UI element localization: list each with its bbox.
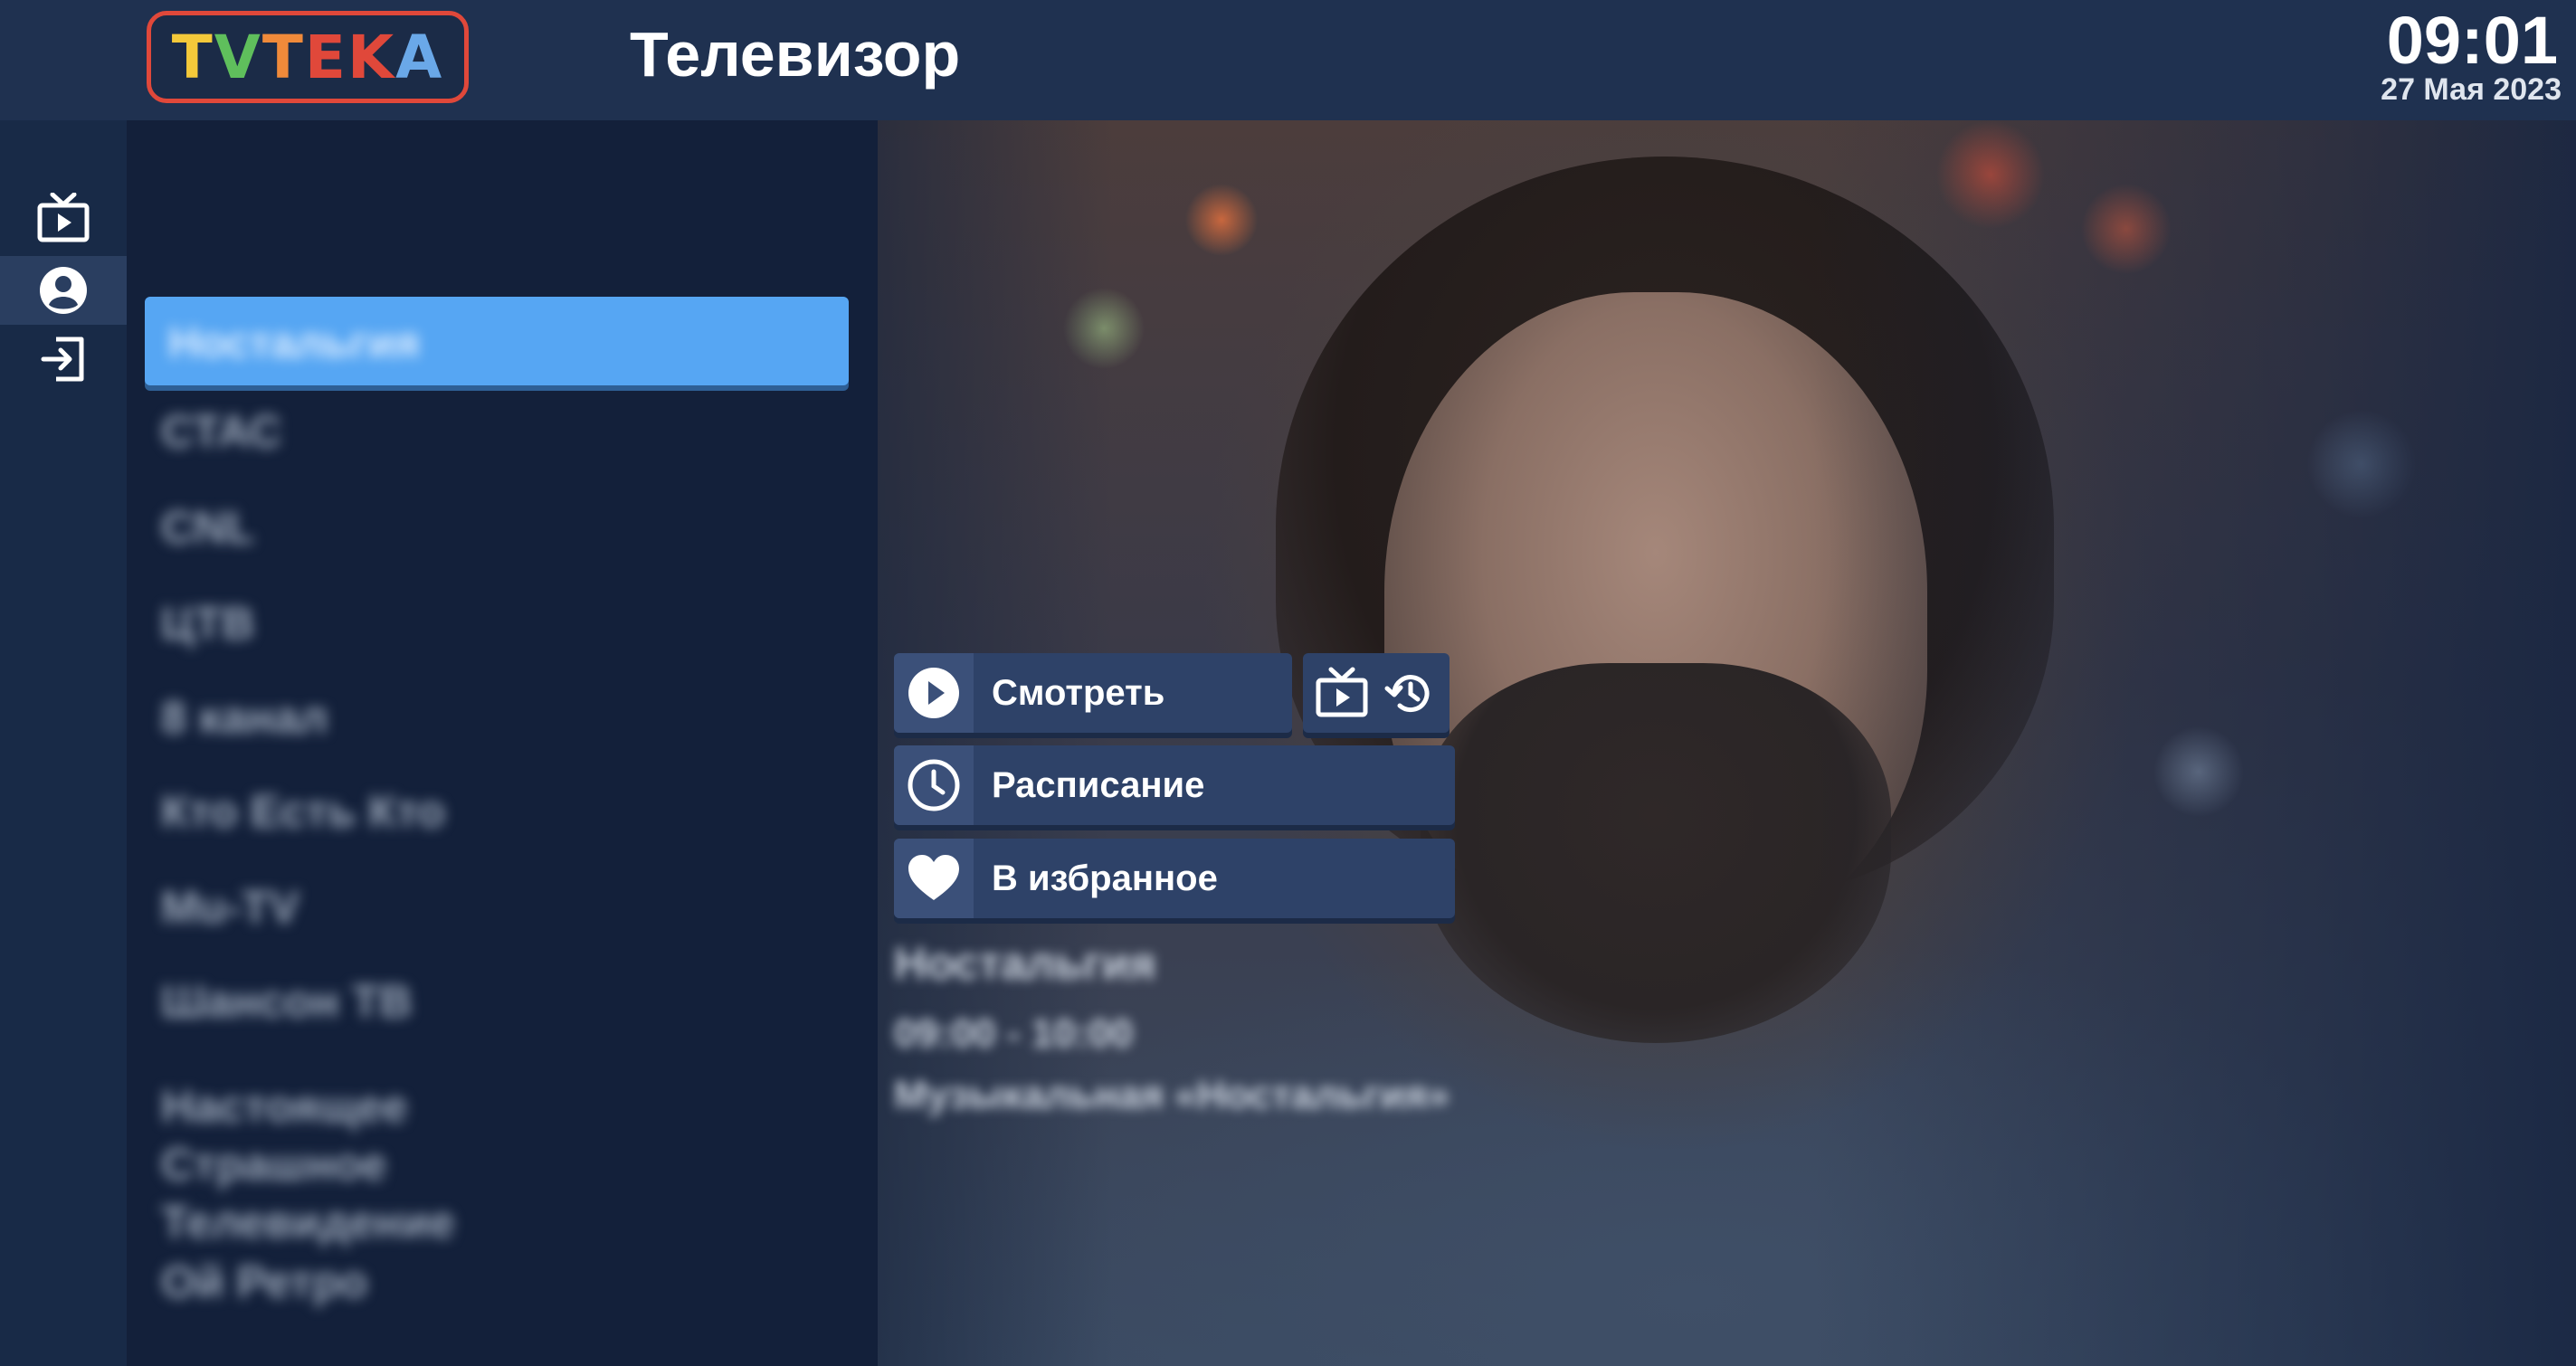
channel-item[interactable]: 8 канал xyxy=(161,688,328,746)
tvteka-logo: T V T E K A xyxy=(147,11,469,103)
channel-item[interactable]: СТАС xyxy=(161,403,281,460)
tv-icon xyxy=(37,193,90,242)
logo-letter: T xyxy=(171,22,214,92)
favorite-label: В избранное xyxy=(992,858,1218,898)
favorite-button[interactable]: В избранное xyxy=(894,839,1455,918)
profile-icon xyxy=(40,267,87,314)
channel-item[interactable]: Ой Ретро xyxy=(161,1253,367,1311)
heart-icon xyxy=(908,855,959,900)
nav-profile[interactable] xyxy=(0,256,127,325)
channel-item[interactable]: Mu-TV xyxy=(161,878,299,936)
watch-button[interactable]: Смотреть xyxy=(894,653,1292,733)
history-icon xyxy=(1384,675,1430,713)
channel-item[interactable]: ЦТВ xyxy=(161,594,254,652)
nav-logout[interactable] xyxy=(0,325,127,394)
program-time: 09:00 - 10:00 xyxy=(894,1011,1134,1056)
channel-preview xyxy=(878,120,2576,1366)
top-bar: T V T E K A Телевизор 09:01 27 Мая 2023 xyxy=(0,0,2576,120)
logo-letter: K xyxy=(347,22,396,92)
channel-item[interactable]: Кто Есть Кто xyxy=(161,783,445,840)
side-nav xyxy=(0,120,127,1366)
date: 27 Мая 2023 xyxy=(2381,72,2562,107)
watch-label: Смотреть xyxy=(992,672,1165,713)
program-channel: Ностальгия xyxy=(894,938,1156,989)
channel-item[interactable]: CNL xyxy=(161,498,254,556)
channel-item[interactable]: Настоящее Страшное Телевидение xyxy=(161,1077,455,1251)
logo-letter: A xyxy=(395,22,444,92)
tv-play-icon xyxy=(1316,667,1368,717)
logo-letter: E xyxy=(304,22,347,92)
clock: 09:01 xyxy=(2386,3,2558,78)
channel-item-selected[interactable]: Ностальгия xyxy=(145,297,849,385)
page-title: Телевизор xyxy=(630,19,961,90)
nav-tv[interactable] xyxy=(0,184,127,252)
play-icon xyxy=(908,668,959,718)
channel-list: Ностальгия СТАС CNL ЦТВ 8 канал Кто Есть… xyxy=(127,120,878,1366)
clock-icon xyxy=(908,759,960,811)
schedule-button[interactable]: Расписание xyxy=(894,745,1455,825)
logo-letter: V xyxy=(214,22,262,92)
program-title: Музыкальная «Ностальгия» xyxy=(894,1073,1450,1117)
logo-letter: T xyxy=(261,22,305,92)
channel-item[interactable]: Шансон ТВ xyxy=(161,972,412,1030)
logout-icon xyxy=(41,337,84,382)
catchup-button[interactable] xyxy=(1303,653,1450,733)
schedule-label: Расписание xyxy=(992,764,1205,805)
channel-name: Ностальгия xyxy=(168,319,420,367)
